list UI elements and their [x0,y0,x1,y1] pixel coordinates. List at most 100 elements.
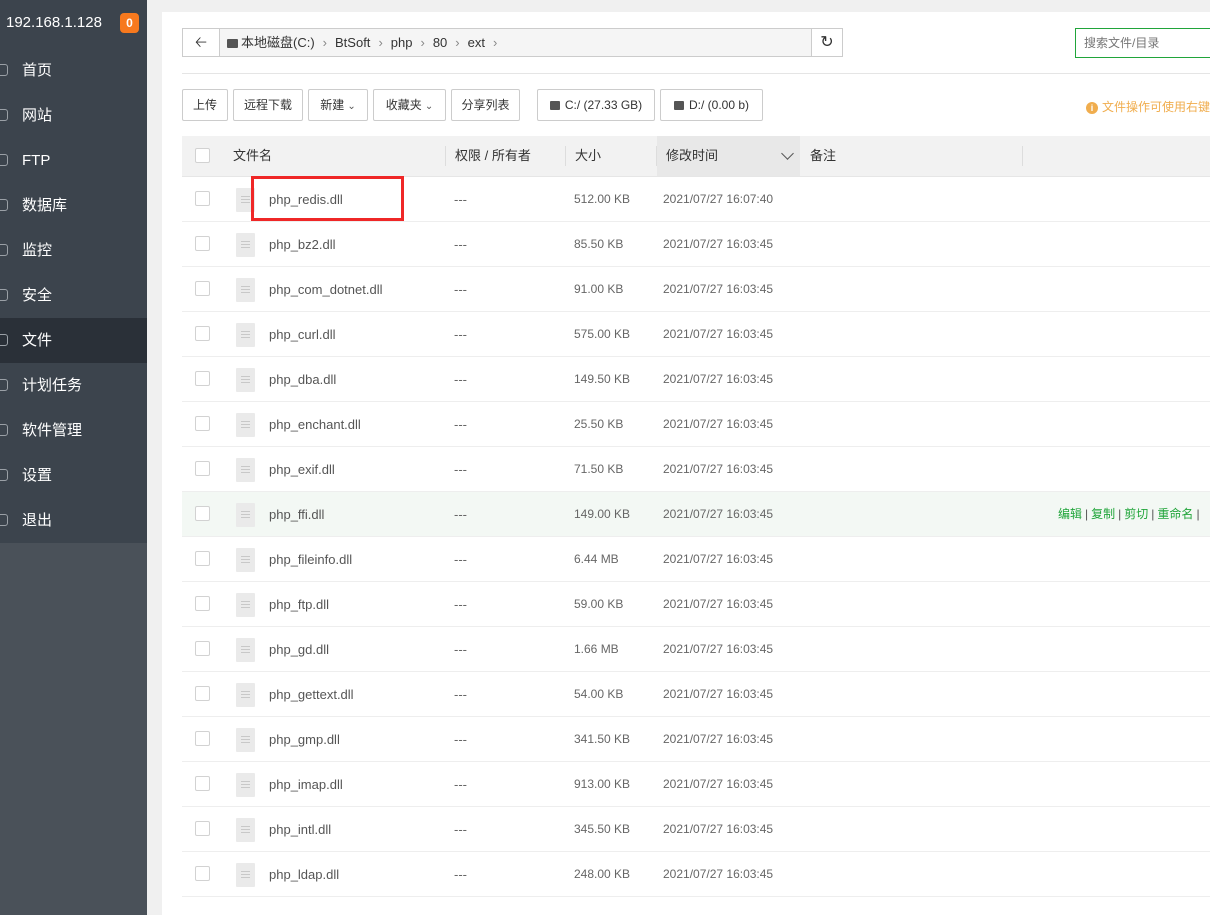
sidebar-item[interactable]: 安全 [0,273,147,318]
sidebar-item[interactable]: 首页 [0,48,147,93]
table-row[interactable]: php_gettext.dll --- 54.00 KB 2021/07/27 16:… [182,672,1210,717]
row-checkbox[interactable] [195,551,210,566]
row-checkbox[interactable] [195,596,210,611]
sidebar-item[interactable]: 退出 [0,498,147,543]
file-name[interactable]: php_intl.dll [269,807,331,852]
row-checkbox[interactable] [195,731,210,746]
breadcrumb-item[interactable]: php [391,35,413,50]
row-checkbox[interactable] [195,461,210,476]
row-action-link[interactable]: 编辑 [1058,507,1082,521]
file-icon [236,683,255,707]
table-row[interactable]: php_gmp.dll --- 341.50 KB 2021/07/27 16:03:… [182,717,1210,762]
disk-d-button[interactable]: D:/ (0.00 b) [660,89,763,121]
file-permission: --- [454,552,467,567]
sidebar-item[interactable]: 设置 [0,453,147,498]
table-row[interactable]: php_redis.dll --- 512.00 KB 2021/07/27 16:0… [182,177,1210,222]
file-name[interactable]: php_gd.dll [269,627,329,672]
table-row[interactable]: php_exif.dll --- 71.50 KB 2021/07/27 16:03:… [182,447,1210,492]
file-name[interactable]: php_enchant.dll [269,402,361,447]
sidebar-item[interactable]: 计划任务 [0,363,147,408]
favorites-button[interactable]: 收藏夹 ⌄ [373,89,446,121]
row-checkbox[interactable] [195,416,210,431]
row-action-link[interactable]: 复制 [1091,507,1115,521]
file-name[interactable]: php_com_dotnet.dll [269,267,382,312]
table-row[interactable]: php_intl.dll --- 345.50 KB 2021/07/27 16:03… [182,807,1210,852]
refresh-button[interactable]: ↻ [811,29,842,56]
header-size-label: 大小 [575,148,602,163]
file-name[interactable]: php_imap.dll [269,762,343,807]
file-name[interactable]: php_exif.dll [269,447,335,492]
row-checkbox[interactable] [195,236,210,251]
row-checkbox[interactable] [195,281,210,296]
header-permission[interactable]: 权限 / 所有者 [446,136,566,176]
table-row[interactable]: php_ffi.dll --- 149.00 KB 2021/07/27 16:03:… [182,492,1210,537]
remote-download-button[interactable]: 远程下载 [233,89,303,121]
breadcrumb-item[interactable]: 80 [433,35,447,50]
file-size: 575.00 KB [574,327,631,341]
disk-c-button[interactable]: C:/ (27.33 GB) [537,89,655,121]
file-mtime: 2021/07/27 16:03:45 [663,867,774,881]
select-all-checkbox[interactable] [195,148,210,163]
file-mtime: 2021/07/27 16:03:45 [663,552,774,566]
table-row[interactable]: php_curl.dll --- 575.00 KB 2021/07/27 16:03… [182,312,1210,357]
file-name[interactable]: php_fileinfo.dll [269,537,352,582]
search-input[interactable] [1075,28,1210,58]
table-row[interactable]: php_dba.dll --- 149.50 KB 2021/07/27 16:03:… [182,357,1210,402]
file-name[interactable]: php_gettext.dll [269,672,354,717]
row-checkbox[interactable] [195,866,210,881]
file-name[interactable]: php_curl.dll [269,312,336,357]
file-mtime: 2021/07/27 16:03:45 [663,462,774,476]
header-name[interactable]: 文件名 [222,136,446,176]
file-name[interactable]: php_redis.dll [269,177,343,222]
header-note[interactable]: 备注 [800,136,1023,176]
file-permission: --- [454,192,467,207]
table-row[interactable]: php_gd.dll --- 1.66 MB 2021/07/27 16:03:45 [182,627,1210,672]
file-name[interactable]: php_bz2.dll [269,222,336,267]
sidebar-item[interactable]: 监控 [0,228,147,273]
file-name[interactable]: php_ffi.dll [269,492,324,537]
file-permission: --- [454,597,467,612]
row-action-link[interactable]: 重命名 [1157,507,1193,521]
row-checkbox[interactable] [195,776,210,791]
sidebar-item-label: 软件管理 [22,422,83,439]
breadcrumb-item[interactable]: BtSoft [335,35,370,50]
breadcrumb-item[interactable]: 本地磁盘(C:) [241,35,315,50]
file-size: 91.00 KB [574,282,624,296]
header-mtime[interactable]: 修改时间 [657,136,800,176]
row-checkbox[interactable] [195,506,210,521]
row-checkbox[interactable] [195,191,210,206]
breadcrumb-item[interactable]: ext [468,35,485,50]
table-row[interactable]: php_fileinfo.dll --- 6.44 MB 2021/07/27 16:… [182,537,1210,582]
table-row[interactable]: php_ldap.dll --- 248.00 KB 2021/07/27 16:03… [182,852,1210,897]
sidebar-item[interactable]: 文件 [0,318,147,363]
table-row[interactable]: php_enchant.dll --- 25.50 KB 2021/07/27 16:… [182,402,1210,447]
row-checkbox[interactable] [195,641,210,656]
table-row[interactable]: php_com_dotnet.dll --- 91.00 KB 2021/07/27 … [182,267,1210,312]
sidebar-item[interactable]: 数据库 [0,183,147,228]
notification-badge[interactable]: 0 [120,13,139,33]
file-name[interactable]: php_ldap.dll [269,852,339,897]
row-checkbox[interactable] [195,821,210,836]
share-list-button[interactable]: 分享列表 [451,89,520,121]
file-name[interactable]: php_gmp.dll [269,717,340,762]
table-row[interactable]: php_bz2.dll --- 85.50 KB 2021/07/27 16:03:4… [182,222,1210,267]
sidebar-item[interactable]: FTP [0,138,147,183]
row-checkbox[interactable] [195,371,210,386]
upload-button[interactable]: 上传 [182,89,228,121]
table-row[interactable]: php_imap.dll --- 913.00 KB 2021/07/27 16:03… [182,762,1210,807]
file-size: 248.00 KB [574,867,631,881]
breadcrumb: 本地磁盘(C:) › BtSoft › php › 80 › ext › [227,29,505,56]
sidebar-item[interactable]: 软件管理 [0,408,147,453]
header-size[interactable]: 大小 [566,136,657,176]
back-button[interactable]: 🡠 [183,29,220,56]
file-mtime: 2021/07/27 16:03:45 [663,327,774,341]
row-checkbox[interactable] [195,686,210,701]
row-checkbox[interactable] [195,326,210,341]
table-row[interactable]: php_ftp.dll --- 59.00 KB 2021/07/27 16:03:4… [182,582,1210,627]
row-action-link[interactable]: 剪切 [1124,507,1148,521]
file-name[interactable]: php_dba.dll [269,357,336,402]
sidebar-item[interactable]: 网站 [0,93,147,138]
file-name[interactable]: php_ftp.dll [269,582,329,627]
file-icon [236,773,255,797]
new-button[interactable]: 新建 ⌄ [308,89,368,121]
